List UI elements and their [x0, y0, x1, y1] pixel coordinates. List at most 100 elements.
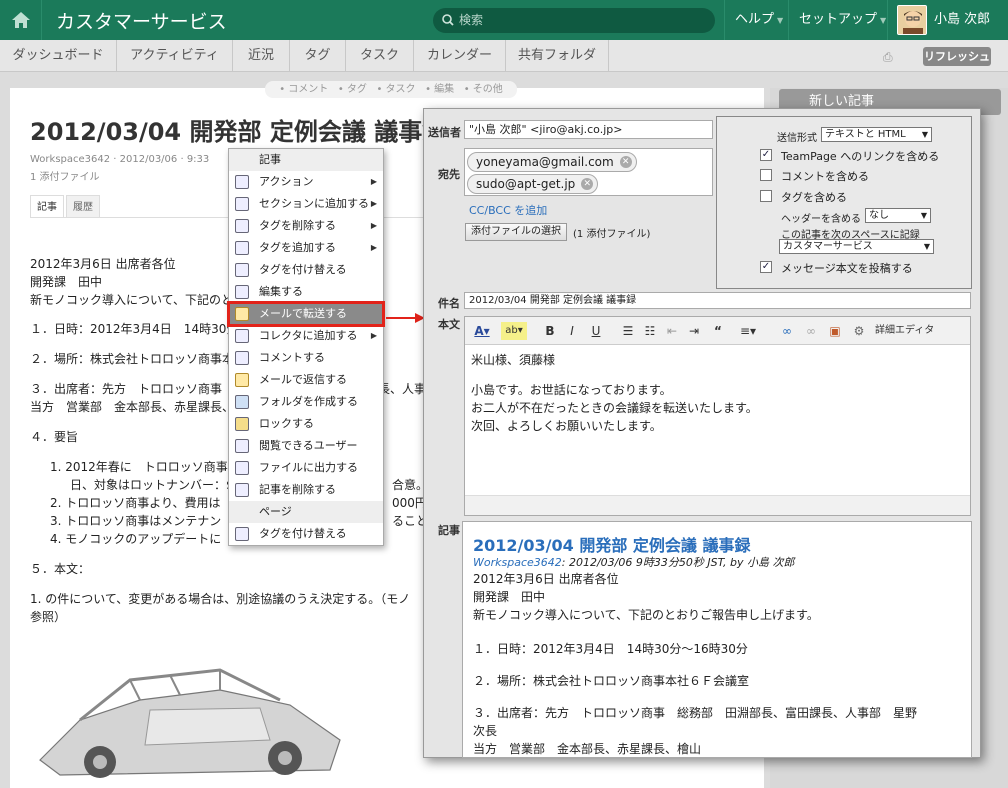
tab-tasks[interactable]: タスク: [346, 40, 414, 72]
comment-icon: [235, 351, 249, 365]
menu-item-delete[interactable]: 記事を削除する: [229, 479, 383, 501]
format-value: テキストと HTML: [825, 129, 906, 140]
indent-icon[interactable]: ⇥: [687, 322, 701, 340]
tab-activity[interactable]: アクティビティ: [117, 40, 233, 72]
menu-item-add-to-collector[interactable]: コレクタに追加する ▶: [229, 325, 383, 347]
tab-status[interactable]: 近況: [233, 40, 290, 72]
include-link-checkbox[interactable]: ✓: [760, 149, 772, 161]
menu-item-edit[interactable]: 編集する: [229, 281, 383, 303]
preview-meta-rest: : 2012/03/06 9時33分50秒 JST, by 小島 次郎: [561, 556, 795, 569]
menu-item-label: タグを追加する: [259, 241, 336, 254]
menu-item-add-to-section[interactable]: セクションに追加する ▶: [229, 193, 383, 215]
menu-item-add-tag[interactable]: タグを追加する ▶: [229, 237, 383, 259]
preview-line: 新モノコック導入について、下記のとおりご報告申し上げます。: [473, 608, 819, 622]
tab-tags[interactable]: タグ: [290, 40, 346, 72]
menu-item-page-retag[interactable]: タグを付け替える: [229, 523, 383, 545]
action-tag[interactable]: • タグ: [331, 84, 367, 95]
menu-item-reply-email[interactable]: メールで返信する: [229, 369, 383, 391]
menu-item-label: ロックする: [259, 417, 314, 430]
menu-item-label: ファイルに出力する: [259, 461, 358, 474]
recipient-chip[interactable]: sudo@apt-get.jp ✕: [467, 174, 599, 194]
record-space-select[interactable]: カスタマーサービス ▼: [779, 239, 934, 254]
post-body-checkbox[interactable]: ✓: [760, 261, 772, 273]
format-label: 送信形式: [777, 133, 817, 144]
link-icon[interactable]: ∞: [779, 322, 795, 340]
select-attachment-button[interactable]: 添付ファイルの選択: [465, 223, 567, 241]
from-field[interactable]: "小島 次郎" <jiro@akj.co.jp>: [464, 120, 713, 139]
font-color-icon[interactable]: A▾: [471, 322, 493, 340]
outdent-icon[interactable]: ⇤: [665, 322, 679, 340]
chevron-right-icon: ▶: [370, 243, 377, 252]
gear-icon[interactable]: ⚙: [851, 322, 867, 340]
tab-shared-folders[interactable]: 共有フォルダ: [506, 40, 609, 72]
menu-item-retag[interactable]: タグを付け替える: [229, 259, 383, 281]
tab-calendar[interactable]: カレンダー: [414, 40, 506, 72]
menu-item-viewers[interactable]: 閲覧できるユーザー: [229, 435, 383, 457]
italic-icon[interactable]: I: [565, 322, 579, 340]
action-task[interactable]: • タスク: [370, 84, 415, 95]
collector-icon: [235, 329, 249, 343]
avatar[interactable]: [897, 5, 927, 35]
menu-item-lock[interactable]: ロックする: [229, 413, 383, 435]
app-title[interactable]: カスタマーサービス: [56, 7, 227, 34]
action-comment[interactable]: • コメント: [279, 84, 328, 95]
menu-item-label: 編集する: [259, 285, 303, 298]
preview-title: 2012/03/04 開発部 定例会議 議事録: [473, 536, 751, 555]
unlink-icon[interactable]: ∞: [803, 322, 819, 340]
action-other[interactable]: • その他: [457, 84, 503, 95]
recipient-chip[interactable]: yoneyama@gmail.com ✕: [467, 152, 637, 172]
format-select[interactable]: テキストと HTML ▼: [821, 127, 932, 142]
print-icon[interactable]: ⎙: [883, 50, 893, 65]
section-icon: [235, 197, 249, 211]
bold-icon[interactable]: B: [543, 322, 557, 340]
help-menu[interactable]: ヘルプ ▼: [724, 0, 793, 40]
advanced-editor-button[interactable]: 詳細エディタ: [875, 322, 934, 340]
chevron-down-icon: ▼: [880, 16, 887, 25]
include-comments-checkbox[interactable]: [760, 169, 772, 181]
menu-item-label: 閲覧できるユーザー: [259, 439, 358, 452]
article-meta: Workspace3642 · 2012/03/06 · 9:33: [30, 154, 210, 165]
chevron-down-icon: ▼: [921, 130, 928, 139]
bullet-list-icon[interactable]: ☷: [643, 322, 657, 340]
highlight-icon[interactable]: ab▾: [501, 322, 527, 340]
action-edit[interactable]: • 編集: [419, 84, 454, 95]
menu-item-comment[interactable]: コメントする: [229, 347, 383, 369]
tab-history[interactable]: 履歴: [66, 195, 100, 218]
menu-item-export[interactable]: ファイルに出力する: [229, 457, 383, 479]
preview-line: 2012年3月6日 出席者各位: [473, 572, 619, 586]
subject-field[interactable]: 2012/03/04 開発部 定例会議 議事録: [464, 292, 971, 309]
tab-article[interactable]: 記事: [30, 195, 64, 218]
quote-icon[interactable]: “: [711, 322, 725, 340]
cc-bcc-link[interactable]: CC/BCC を追加: [469, 202, 547, 218]
tag-icon: [235, 527, 249, 541]
image-icon[interactable]: ▣: [827, 322, 843, 340]
top-bar: カスタマーサービス 検索 ヘルプ▼ セットアップ▼ 小島 次郎▼: [0, 0, 1008, 65]
context-menu: 記事 アクション ▶ セクションに追加する ▶ タグを削除する ▶ タグを追加する ▶ …: [227, 148, 385, 546]
search-input[interactable]: 検索: [433, 8, 715, 33]
attachment-count[interactable]: 1 添付ファイル: [30, 168, 100, 183]
article-line: 日、対象はロットナンバー：$: [70, 478, 234, 492]
include-tags-checkbox[interactable]: [760, 190, 772, 202]
home-icon[interactable]: [0, 0, 42, 40]
menu-item-label: 記事を削除する: [259, 483, 336, 496]
remove-icon[interactable]: ✕: [619, 156, 632, 168]
tab-dashboard[interactable]: ダッシュボード: [0, 40, 117, 72]
remove-icon[interactable]: ✕: [581, 178, 594, 190]
refresh-button[interactable]: リフレッシュ: [923, 47, 991, 66]
menu-item-forward-email[interactable]: メールで転送する: [227, 301, 385, 327]
menu-item-label: タグを付け替える: [259, 263, 347, 276]
article-line: 3. トロロッソ商事はメンテナン: [50, 514, 222, 528]
message-editor[interactable]: A▾ ab▾ B I U ☰ ☷ ⇤ ⇥ “ ≡▾ ∞ ∞ ▣ ⚙ 詳細エディタ…: [464, 316, 971, 516]
menu-item-action[interactable]: アクション ▶: [229, 171, 383, 193]
preview-workspace-link[interactable]: Workspace3642: [473, 556, 562, 569]
chevron-right-icon: ▶: [370, 177, 377, 186]
underline-icon[interactable]: U: [589, 322, 603, 340]
header-select[interactable]: なし ▼: [865, 208, 931, 223]
setup-menu[interactable]: セットアップ ▼: [788, 0, 896, 40]
from-label: 送信者: [428, 126, 461, 139]
menu-item-remove-tag[interactable]: タグを削除する ▶: [229, 215, 383, 237]
align-icon[interactable]: ≡▾: [737, 322, 759, 340]
numbered-list-icon[interactable]: ☰: [621, 322, 635, 340]
menu-item-create-folder[interactable]: フォルダを作成する: [229, 391, 383, 413]
article-line: 参照）: [30, 610, 67, 624]
